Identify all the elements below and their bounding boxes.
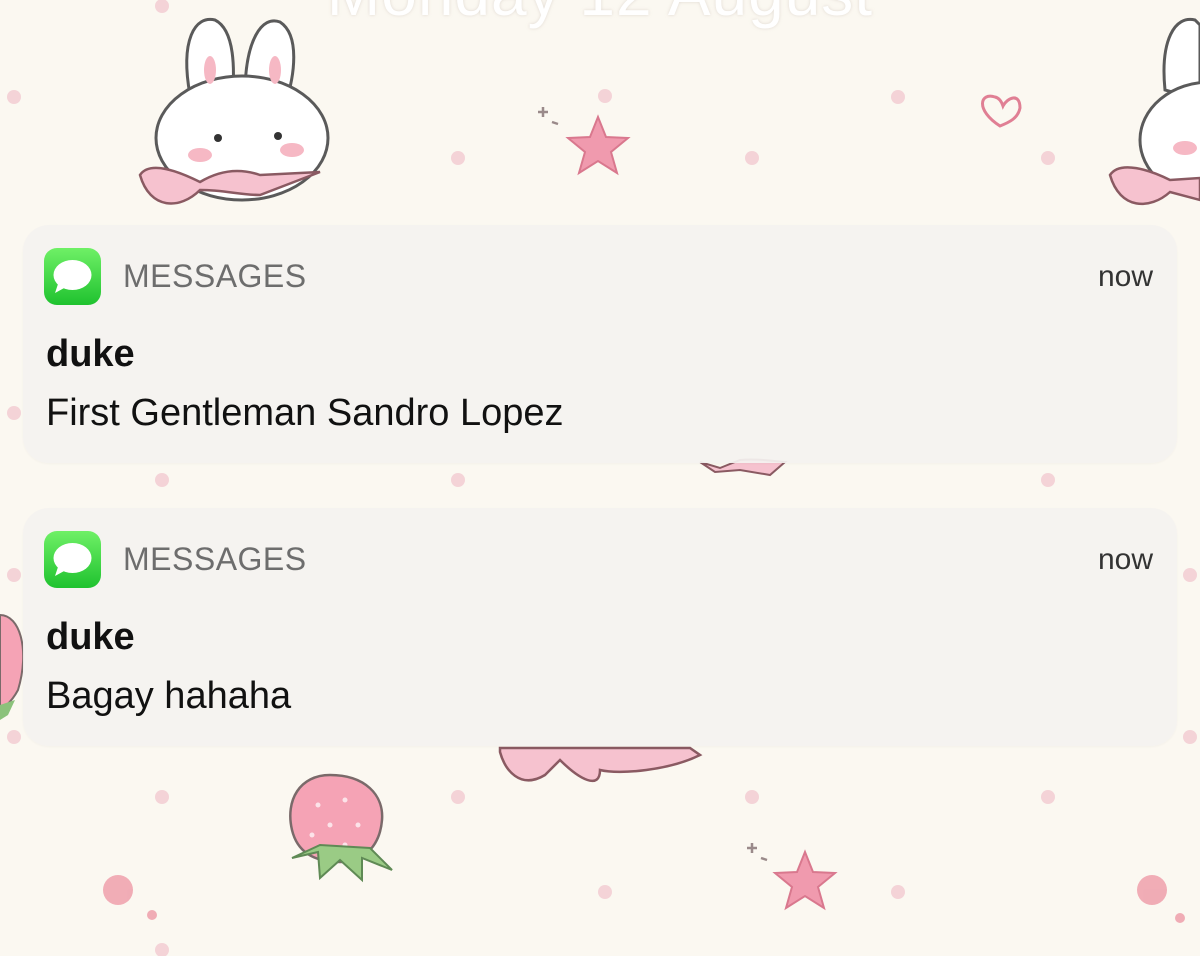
notification-sender: duke bbox=[46, 333, 135, 375]
notification-card[interactable]: MESSAGES now duke First Gentleman Sandro… bbox=[23, 225, 1177, 463]
notification-message: First Gentleman Sandro Lopez bbox=[46, 392, 564, 434]
messages-app-icon bbox=[44, 531, 101, 588]
notification-card[interactable]: MESSAGES now duke Bagay hahaha bbox=[23, 508, 1177, 746]
messages-bubble-icon bbox=[53, 260, 92, 293]
notification-time: now bbox=[1097, 260, 1153, 293]
lock-screen-date: Monday 12 August bbox=[0, 0, 1200, 30]
messages-bubble-icon bbox=[53, 543, 92, 576]
messages-app-icon bbox=[44, 248, 101, 305]
notification-sender: duke bbox=[46, 616, 135, 658]
app-name-label: MESSAGES bbox=[123, 541, 307, 577]
notification-message: Bagay hahaha bbox=[46, 675, 292, 717]
app-name-label: MESSAGES bbox=[123, 258, 307, 294]
notification-time: now bbox=[1097, 543, 1153, 576]
wallpaper bbox=[0, 0, 1200, 956]
